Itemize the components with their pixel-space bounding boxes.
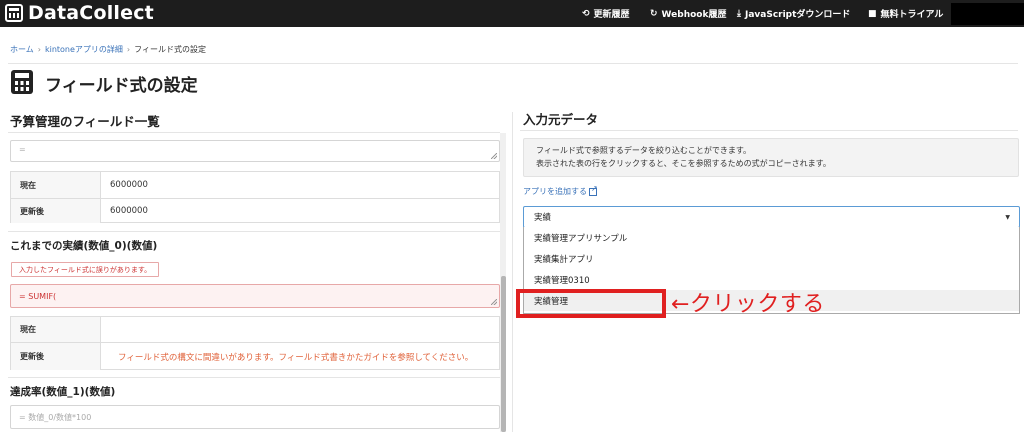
resize-handle-icon[interactable] <box>491 299 497 305</box>
nav-free-trial[interactable]: ■ 無料トライアル <box>868 0 943 27</box>
add-app-link-label: アプリを追加する <box>523 187 587 196</box>
info-line: フィールド式で参照するデータを絞り込むことができます。 <box>536 146 752 155</box>
info-line: 表示された表の行をクリックすると、そこを参照するための式がコピーされます。 <box>536 158 831 168</box>
refresh-icon: ↻ <box>650 8 658 19</box>
nav-javascript-download[interactable]: ⤓ JavaScriptダウンロード <box>737 0 850 27</box>
breadcrumb-home[interactable]: ホーム <box>10 45 34 54</box>
formula-input-achievement-placeholder: = 数値_0/数値*100 <box>19 412 92 422</box>
top-navigation-bar: DataCollect ⟲ 更新履歴 ↻ Webhook履歴 ⤓ JavaScr… <box>0 0 1024 27</box>
breadcrumb-separator: › <box>126 45 131 54</box>
gift-icon: ■ <box>868 8 877 19</box>
breadcrumb: ホーム › kintoneアプリの詳細 › フィールド式の設定 <box>10 44 206 55</box>
row-key: 現在 <box>11 317 101 342</box>
table-row: 更新後 フィールド式の構文に間違いがあります。フィールド式書きかたガイドを参照し… <box>11 342 499 370</box>
nav-webhook-history[interactable]: ↻ Webhook履歴 <box>650 0 726 27</box>
formula-input-1[interactable]: = <box>10 140 500 162</box>
highlight-annotation-box <box>516 289 666 318</box>
nav-user-area <box>951 3 1024 25</box>
divider <box>8 132 500 133</box>
row-key: 更新後 <box>11 343 101 370</box>
nav-webhook-history-label: Webhook履歴 <box>661 10 727 20</box>
field-title-actual: これまでの実績(数値_0)(数値) <box>10 240 158 252</box>
divider <box>8 231 500 232</box>
formula-input-achievement[interactable]: = 数値_0/数値*100 <box>10 405 500 429</box>
row-value: 6000000 <box>110 206 148 216</box>
breadcrumb-app-detail[interactable]: kintoneアプリの詳細 <box>45 45 123 54</box>
formula-input-actual-value: = SUMIF( <box>19 291 57 301</box>
dropdown-option[interactable]: 実績管理アプリサンプル <box>524 227 1019 248</box>
table-row: 現在 6000000 <box>11 172 499 198</box>
value-table-1: 現在 6000000 更新後 6000000 <box>10 171 500 223</box>
nav-free-trial-label: 無料トライアル <box>880 10 944 20</box>
syntax-error-message: フィールド式の構文に間違いがあります。フィールド式書きかたガイドを参照してくださ… <box>118 352 474 363</box>
app-name: DataCollect <box>28 2 154 24</box>
caret-down-icon[interactable]: ▼ <box>1005 214 1010 221</box>
field-title-achievement: 達成率(数値_1)(数値) <box>10 386 116 398</box>
divider <box>520 130 1018 131</box>
page-title: フィールド式の設定 <box>45 76 198 96</box>
download-icon: ⤓ <box>737 8 741 19</box>
nav-history[interactable]: ⟲ 更新履歴 <box>582 0 630 27</box>
nav-javascript-download-label: JavaScriptダウンロード <box>744 10 851 20</box>
breadcrumb-current: フィールド式の設定 <box>134 45 206 54</box>
panel-divider <box>512 112 513 432</box>
info-box: フィールド式で参照するデータを絞り込むことができます。 表示された表の行をクリッ… <box>523 138 1019 177</box>
field-list-heading: 予算管理のフィールド一覧 <box>10 114 160 129</box>
formula-input-1-value: = <box>19 145 26 154</box>
input-source-heading: 入力元データ <box>523 112 599 127</box>
value-table-2: 現在 更新後 フィールド式の構文に間違いがあります。フィールド式書きかたガイドを… <box>10 316 500 370</box>
formula-input-actual[interactable]: = SUMIF( <box>10 284 500 308</box>
table-row: 更新後 6000000 <box>11 198 499 223</box>
nav-history-label: 更新履歴 <box>593 10 630 20</box>
divider <box>8 63 1018 64</box>
row-value: 6000000 <box>110 180 148 190</box>
logo-icon <box>5 4 23 22</box>
app-search-select[interactable]: 実績 ▼ <box>523 206 1020 228</box>
click-annotation: ←クリックする <box>671 292 825 317</box>
add-app-link[interactable]: アプリを追加する <box>523 184 598 197</box>
dropdown-option[interactable]: 実績集計アプリ <box>524 248 1019 269</box>
app-search-value: 実績 <box>534 213 552 223</box>
app-logo[interactable]: DataCollect <box>5 2 154 24</box>
row-key: 更新後 <box>11 199 101 223</box>
calculator-icon <box>11 70 33 94</box>
external-link-icon <box>589 184 598 196</box>
row-key: 現在 <box>11 172 101 198</box>
scrollbar-thumb[interactable] <box>501 276 506 432</box>
row-value <box>102 317 499 342</box>
table-row: 現在 <box>11 317 499 342</box>
divider <box>8 377 500 378</box>
history-icon: ⟲ <box>582 8 590 19</box>
breadcrumb-separator: › <box>37 45 41 54</box>
error-badge: 入力したフィールド式に誤りがあります。 <box>11 262 160 277</box>
resize-handle-icon[interactable] <box>491 153 497 159</box>
